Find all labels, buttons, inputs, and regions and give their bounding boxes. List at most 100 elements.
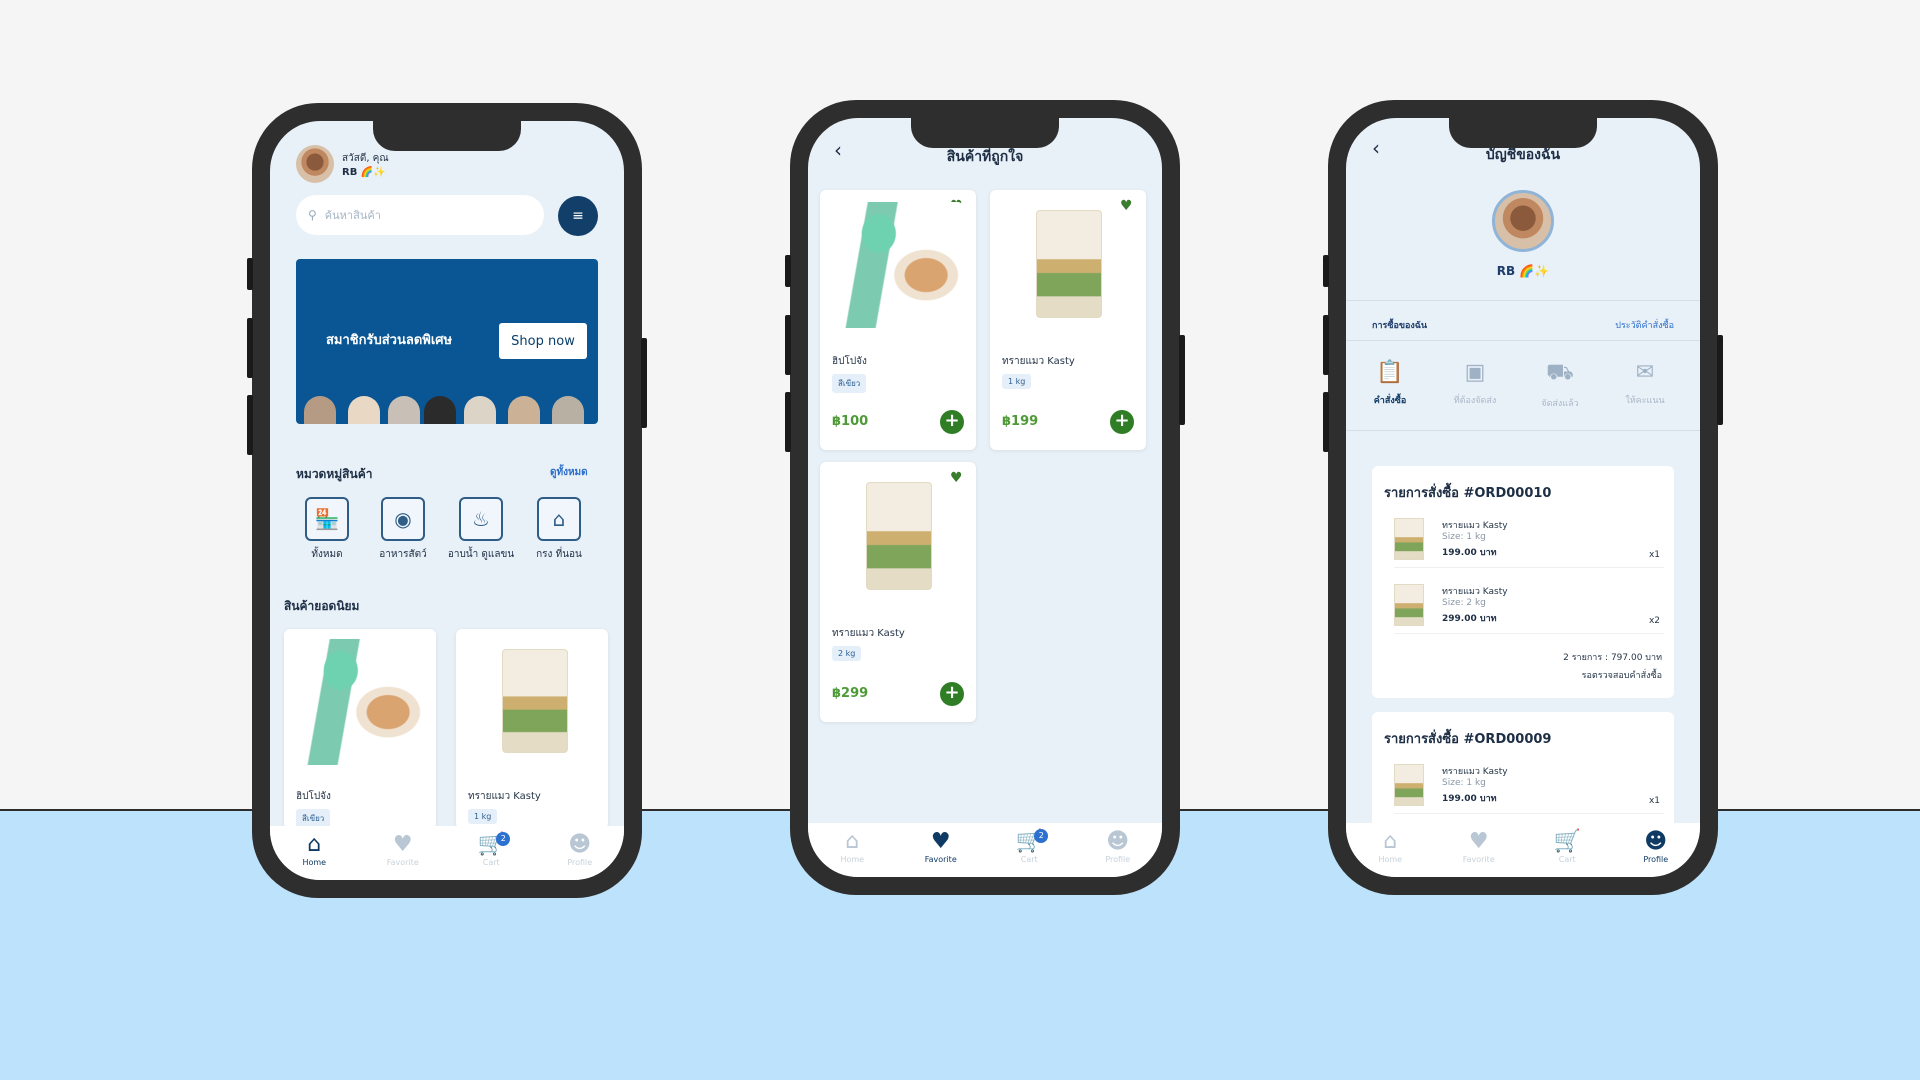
category-cage-bed[interactable]: ⌂ กรง ที่นอน <box>524 497 594 562</box>
item-thumbnail <box>1394 518 1424 560</box>
product-image <box>502 649 568 753</box>
add-to-cart-button[interactable]: + <box>940 410 964 434</box>
favorite-card[interactable]: ♥ ทรายแมว Kasty 2 kg ฿299 + <box>820 462 976 722</box>
tab-profile[interactable]: ☻ Profile <box>545 832 615 867</box>
tab-label: Favorite <box>924 855 957 864</box>
item-name: ทรายแมว Kasty <box>1442 767 1508 777</box>
category-label: อาบน้ำ ดูแลขน <box>447 549 515 560</box>
tab-label: Home <box>302 858 327 867</box>
product-variant: 1 kg <box>1002 374 1032 389</box>
page-title: สินค้าที่ถูกใจ <box>946 149 1024 165</box>
product-variant: สีเขียว <box>832 374 867 393</box>
tab-bar: ⌂ Home ♥ Favorite 🛒 Cart ☻ Profile <box>1346 823 1700 877</box>
tab-home[interactable]: ⌂ Home <box>817 829 887 864</box>
product-image <box>834 202 962 328</box>
tab-profile[interactable]: ☻ Profile <box>1621 829 1691 864</box>
tab-label: Profile <box>1105 855 1131 864</box>
cart-icon: 🛒 <box>1553 829 1581 854</box>
promo-banner[interactable]: สมาชิกรับส่วนลดพิเศษ Shop now <box>296 259 598 424</box>
cart-icon: 🛒 <box>1015 829 1043 854</box>
favorite-card[interactable]: ♥ ทรายแมว Kasty 1 kg ฿199 + <box>990 190 1146 450</box>
tab-home[interactable]: ⌂ Home <box>279 832 349 867</box>
category-label: ทั้งหมด <box>311 549 343 560</box>
product-image <box>1036 210 1102 318</box>
profile-screen: ‹ บัญชีของฉัน RB 🌈✨ การซื้อของฉัน ประวัต… <box>1346 118 1700 877</box>
item-price: 199.00 บาท <box>1442 794 1497 804</box>
tab-cart[interactable]: 🛒 2 Cart <box>994 829 1064 864</box>
tab-favorite[interactable]: ♥ Favorite <box>906 829 976 864</box>
chat-icon: ✉ <box>1635 360 1655 385</box>
add-to-cart-button[interactable]: + <box>940 682 964 706</box>
search-input[interactable]: ⚲ ค้นหาสินค้า <box>296 195 544 235</box>
order-item: ทรายแมว Kasty Size: 1 kg 199.00 บาท x1 <box>1394 758 1664 814</box>
status-tab-label: คำสั่งซื้อ <box>1373 396 1407 406</box>
heart-icon[interactable]: ♥ <box>1120 198 1133 214</box>
item-size: Size: 2 kg <box>1442 598 1486 608</box>
product-variant: 2 kg <box>832 646 862 661</box>
product-name: ฮิปโปจัง <box>832 356 867 367</box>
tab-label: Cart <box>482 858 500 867</box>
tab-label: Profile <box>1643 855 1669 864</box>
my-purchases-label: การซื้อของฉัน <box>1372 321 1428 331</box>
order-title: รายการสั่งซื้อ #ORD00010 <box>1384 486 1552 501</box>
tab-home[interactable]: ⌂ Home <box>1355 829 1425 864</box>
product-image <box>296 639 424 765</box>
order-card[interactable]: รายการสั่งซื้อ #ORD00010 ทรายแมว Kasty S… <box>1372 466 1674 698</box>
order-history-link[interactable]: ประวัติคำสั่งซื้อ <box>1615 318 1674 332</box>
favorite-card[interactable]: ♥ ฮิปโปจัง สีเขียว ฿100 + <box>820 190 976 450</box>
status-tab-shipped[interactable]: ⛟ จัดส่งแล้ว <box>1528 360 1592 410</box>
product-card[interactable]: ฮิปโปจัง สีเขียว <box>284 629 436 829</box>
box-icon: ▣ <box>1464 360 1486 385</box>
banner-text: สมาชิกรับส่วนลดพิเศษ <box>326 333 453 348</box>
product-card[interactable]: ทรายแมว Kasty 1 kg <box>456 629 608 829</box>
popular-title: สินค้ายอดนิยม <box>284 599 360 613</box>
order-item: ทรายแมว Kasty Size: 2 kg 299.00 บาท x2 <box>1394 578 1664 634</box>
category-all[interactable]: 🏪 ทั้งหมด <box>292 497 362 562</box>
tab-cart[interactable]: 🛒 Cart <box>1532 829 1602 864</box>
home-icon: ⌂ <box>1383 829 1398 854</box>
profile-avatar[interactable] <box>1492 190 1554 252</box>
tab-label: Profile <box>567 858 593 867</box>
product-name: ฮิปโปจัง <box>296 791 331 802</box>
tab-cart[interactable]: 🛒 2 Cart <box>456 832 526 867</box>
person-icon: ☻ <box>1644 829 1668 854</box>
tab-favorite[interactable]: ♥ Favorite <box>1444 829 1514 864</box>
item-qty: x2 <box>1648 616 1660 626</box>
heart-icon[interactable]: ♥ <box>950 470 963 486</box>
tab-bar: ⌂ Home ♥ Favorite 🛒 2 Cart ☻ Profile <box>270 826 624 880</box>
search-icon: ⚲ <box>308 208 317 222</box>
phone-profile: ‹ บัญชีของฉัน RB 🌈✨ การซื้อของฉัน ประวัต… <box>1323 100 1723 895</box>
home-screen: สวัสดี, คุณ RB 🌈✨ ⚲ ค้นหาสินค้า ≡ สมาชิก… <box>270 121 624 880</box>
see-all-link[interactable]: ดูทั้งหมด <box>550 465 588 480</box>
category-label: อาหารสัตว์ <box>379 549 427 560</box>
status-tab-rate[interactable]: ✉ ให้คะแนน <box>1613 360 1677 407</box>
status-tab-to-ship[interactable]: ▣ ที่ต้องจัดส่ง <box>1443 360 1507 407</box>
product-name: ทรายแมว Kasty <box>468 791 541 802</box>
pet-house-icon: ⌂ <box>537 497 581 541</box>
add-to-cart-button[interactable]: + <box>1110 410 1134 434</box>
tab-label: Cart <box>1558 855 1576 864</box>
phone-home: สวัสดี, คุณ RB 🌈✨ ⚲ ค้นหาสินค้า ≡ สมาชิก… <box>247 103 647 898</box>
greeting: สวัสดี, คุณ <box>342 153 389 164</box>
item-size: Size: 1 kg <box>1442 532 1486 542</box>
status-tab-label: ให้คะแนน <box>1625 396 1665 406</box>
clipboard-icon: 📋 <box>1376 360 1404 385</box>
home-icon: ⌂ <box>845 829 860 854</box>
product-name: ทรายแมว Kasty <box>832 628 905 639</box>
item-price: 199.00 บาท <box>1442 548 1497 558</box>
category-grooming[interactable]: ♨ อาบน้ำ ดูแลขน <box>446 497 516 562</box>
shop-now-button[interactable]: Shop now <box>499 323 587 359</box>
user-avatar[interactable] <box>296 145 334 183</box>
divider <box>1346 430 1700 431</box>
tab-bar: ⌂ Home ♥ Favorite 🛒 2 Cart ☻ Profile <box>808 823 1162 877</box>
heart-icon: ♥ <box>392 832 413 857</box>
filter-button[interactable]: ≡ <box>558 196 598 236</box>
tab-profile[interactable]: ☻ Profile <box>1083 829 1153 864</box>
status-tab-orders[interactable]: 📋 คำสั่งซื้อ <box>1358 360 1422 407</box>
heart-icon: ♥ <box>930 829 951 854</box>
search-placeholder: ค้นหาสินค้า <box>324 209 381 222</box>
category-pet-food[interactable]: ◉ อาหารสัตว์ <box>368 497 438 562</box>
product-variant: 1 kg <box>468 809 498 824</box>
profile-username: RB 🌈✨ <box>1496 264 1550 278</box>
tab-favorite[interactable]: ♥ Favorite <box>368 832 438 867</box>
